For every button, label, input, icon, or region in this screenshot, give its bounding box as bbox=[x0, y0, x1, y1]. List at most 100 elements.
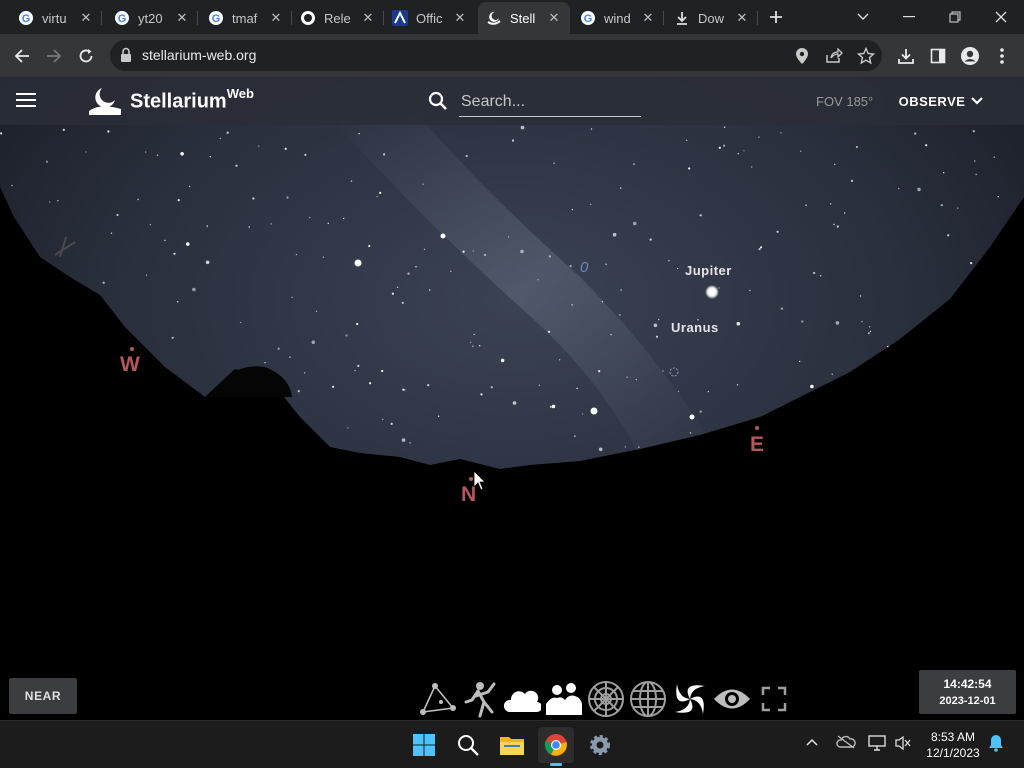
bright-star[interactable] bbox=[440, 233, 446, 239]
star bbox=[390, 422, 393, 425]
star bbox=[110, 232, 113, 234]
atmosphere-icon bbox=[503, 690, 541, 712]
star bbox=[649, 238, 652, 241]
star bbox=[185, 242, 190, 246]
tab-close-icon[interactable]: ✕ bbox=[546, 10, 562, 26]
star bbox=[144, 151, 147, 153]
tab-close-icon[interactable]: ✕ bbox=[734, 10, 750, 26]
date-time-button[interactable]: 14:42:54 2023-12-01 bbox=[919, 670, 1016, 714]
tab-3[interactable]: Rele ✕ bbox=[292, 4, 384, 32]
star bbox=[975, 173, 977, 176]
close-window-button[interactable] bbox=[978, 0, 1024, 34]
star bbox=[581, 413, 584, 415]
azimuthal-grid-button[interactable] bbox=[586, 679, 626, 719]
browser-menu-button[interactable] bbox=[988, 42, 1016, 70]
start-button[interactable] bbox=[406, 727, 442, 763]
star bbox=[500, 358, 505, 363]
star bbox=[85, 151, 87, 153]
back-button[interactable] bbox=[8, 42, 36, 70]
tab-close-icon[interactable]: ✕ bbox=[174, 10, 190, 26]
downloads-button[interactable] bbox=[892, 42, 920, 70]
tab-2[interactable]: G tmaf ✕ bbox=[200, 4, 292, 32]
landscape-button[interactable] bbox=[544, 679, 584, 719]
search-icon[interactable] bbox=[428, 91, 448, 111]
minimize-button[interactable] bbox=[886, 0, 932, 34]
tab-5[interactable]: Stell ✕ bbox=[478, 2, 570, 34]
sky-view[interactable] bbox=[0, 77, 1024, 720]
tab-close-icon[interactable]: ✕ bbox=[360, 10, 376, 26]
jupiter-disk[interactable] bbox=[705, 285, 719, 299]
tab-close-icon[interactable]: ✕ bbox=[452, 10, 468, 26]
bright-star[interactable] bbox=[590, 407, 598, 415]
tab-close-icon[interactable]: ✕ bbox=[268, 10, 284, 26]
notifications-button[interactable] bbox=[988, 734, 1004, 755]
star bbox=[309, 216, 311, 219]
star bbox=[469, 341, 472, 343]
night-mode-button[interactable] bbox=[712, 679, 752, 719]
zero-label: 0 bbox=[580, 259, 589, 276]
bright-star[interactable] bbox=[689, 414, 695, 420]
constellation-art-button[interactable] bbox=[460, 679, 500, 719]
tab-7[interactable]: Dow ✕ bbox=[666, 4, 758, 32]
star bbox=[345, 334, 348, 337]
search-input[interactable] bbox=[459, 87, 641, 117]
star bbox=[993, 156, 995, 158]
equatorial-grid-button[interactable] bbox=[628, 679, 668, 719]
star bbox=[972, 130, 975, 133]
tab-6[interactable]: G wind ✕ bbox=[572, 4, 664, 32]
star bbox=[553, 162, 555, 164]
tab-4[interactable]: Offic ✕ bbox=[384, 4, 476, 32]
star bbox=[368, 244, 371, 248]
lambda-icon bbox=[392, 10, 408, 26]
deep-sky-objects-button[interactable] bbox=[670, 679, 710, 719]
atmosphere-button[interactable] bbox=[502, 679, 542, 719]
forward-button[interactable] bbox=[40, 42, 68, 70]
taskbar-search-button[interactable] bbox=[450, 727, 486, 763]
address-bar[interactable]: stellarium-web.org bbox=[110, 40, 882, 71]
near-button[interactable]: NEAR bbox=[9, 678, 77, 714]
star bbox=[258, 145, 260, 147]
taskbar-clock[interactable]: 8:53 AM 12/1/2023 bbox=[920, 729, 986, 761]
star bbox=[668, 260, 670, 262]
star bbox=[462, 250, 465, 253]
new-tab-button[interactable] bbox=[754, 0, 798, 34]
share-button[interactable] bbox=[820, 42, 848, 70]
location-button[interactable] bbox=[788, 42, 816, 70]
bookmark-button[interactable] bbox=[852, 42, 880, 70]
network-button[interactable] bbox=[868, 735, 886, 754]
onedrive-button[interactable] bbox=[836, 735, 856, 752]
tab-search-button[interactable] bbox=[840, 0, 886, 34]
star bbox=[538, 384, 541, 386]
star bbox=[277, 347, 280, 350]
constellation-lines-button[interactable] bbox=[418, 679, 458, 719]
star bbox=[798, 360, 801, 363]
star bbox=[0, 132, 3, 135]
volume-button[interactable] bbox=[894, 735, 912, 754]
restore-button[interactable] bbox=[932, 0, 978, 34]
tab-close-icon[interactable]: ✕ bbox=[78, 10, 94, 26]
tab-close-icon[interactable]: ✕ bbox=[640, 10, 656, 26]
star bbox=[304, 372, 306, 374]
profile-button[interactable] bbox=[956, 42, 984, 70]
settings-taskbar-button[interactable] bbox=[582, 727, 618, 763]
side-panel-button[interactable] bbox=[924, 42, 952, 70]
observe-button[interactable]: OBSERVE bbox=[882, 83, 1000, 119]
uranus-label[interactable]: Uranus bbox=[671, 320, 719, 335]
chrome-taskbar-button[interactable] bbox=[538, 727, 574, 766]
file-explorer-button[interactable] bbox=[494, 727, 530, 763]
star bbox=[598, 370, 601, 373]
menu-button[interactable] bbox=[14, 89, 42, 113]
chrome-icon bbox=[544, 734, 567, 756]
show-hidden-icons-button[interactable] bbox=[806, 735, 818, 749]
star bbox=[619, 314, 621, 316]
reload-button[interactable] bbox=[72, 42, 100, 70]
bright-star[interactable] bbox=[354, 259, 362, 267]
fullscreen-button[interactable] bbox=[754, 679, 794, 719]
star bbox=[437, 415, 440, 417]
star bbox=[188, 185, 191, 188]
tab-0[interactable]: G virtu ✕ bbox=[10, 4, 102, 32]
star bbox=[743, 150, 745, 152]
jupiter-label[interactable]: Jupiter bbox=[685, 263, 732, 278]
star bbox=[547, 330, 551, 333]
tab-1[interactable]: G yt20 ✕ bbox=[106, 4, 198, 32]
